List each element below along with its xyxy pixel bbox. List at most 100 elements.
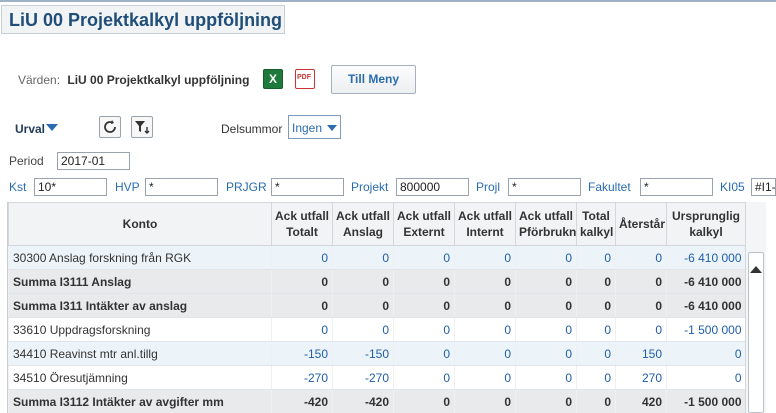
cell-value: -6 410 000 <box>666 293 745 318</box>
cell-value: 0 <box>271 269 333 294</box>
value-holder: Värden: LiU 00 Projektkalkyl uppföljning <box>18 73 249 87</box>
col-header-ack-pforbrukn[interactable]: Ack utfall Pförbrukn <box>515 202 577 246</box>
cell-value: -150 <box>332 341 394 366</box>
cell-value: 0 <box>271 245 333 270</box>
cell-value: 0 <box>393 365 455 390</box>
cell-value: 0 <box>576 317 616 342</box>
page-title-text: LiU 00 Projektkalkyl uppföljning <box>9 10 283 30</box>
cell-value: 0 <box>271 293 333 318</box>
cell-value: 0 <box>393 269 455 294</box>
value-holder-label: Värden: <box>18 73 61 87</box>
cell-value: 0 <box>515 365 577 390</box>
value-holder-value: LiU 00 Projektkalkyl uppföljning <box>67 73 250 87</box>
filter-label-hvp: HVP <box>115 180 140 194</box>
cell-value: 0 <box>454 317 516 342</box>
col-header-ursprunglig-kalkyl[interactable]: Ursprunglig kalkyl <box>666 202 745 246</box>
table-header: Konto Ack utfall Totalt Ack utfall Anslag … <box>8 202 745 246</box>
pdf-icon[interactable] <box>295 69 315 89</box>
cell-konto: Summa I3112 Intäkter av avgifter mm <box>8 389 272 413</box>
filter-input-projekt[interactable]: 800000 <box>396 178 469 196</box>
col-header-ack-totalt[interactable]: Ack utfall Totalt <box>271 202 333 246</box>
urval-menu[interactable]: Urval <box>15 122 45 136</box>
filter-label-projl: Projl <box>476 180 501 194</box>
refresh-button[interactable] <box>99 116 121 138</box>
cell-value: -270 <box>271 365 333 390</box>
cell-value: 0 <box>515 341 577 366</box>
col-header-ack-externt[interactable]: Ack utfall Externt <box>393 202 455 246</box>
cell-value: 0 <box>615 245 667 270</box>
page-title: LiU 00 Projektkalkyl uppföljning <box>1 5 285 34</box>
cell-value: 0 <box>271 317 333 342</box>
filter-label-projekt: Projekt <box>351 180 389 194</box>
cell-value: 0 <box>576 269 616 294</box>
cell-value: -270 <box>332 365 394 390</box>
cell-value: -150 <box>271 341 333 366</box>
col-header-total-kalkyl[interactable]: Total kalkyl <box>576 202 616 246</box>
filter-input-hvp[interactable]: * <box>145 178 218 196</box>
till-meny-button[interactable]: Till Meny <box>331 65 416 94</box>
table-row[interactable]: 34510 Öresutjämning -270 -270 0 0 0 0 270 0 <box>8 365 745 390</box>
cell-konto: 34510 Öresutjämning <box>8 365 272 390</box>
cell-value: 0 <box>332 317 394 342</box>
period-label: Period <box>9 154 44 168</box>
table-row-summary[interactable]: Summa I311 Intäkter av anslag 0 0 0 0 0 0 0 -6 4… <box>8 293 745 318</box>
delsummor-label: Delsummor <box>221 122 283 136</box>
filter-input-ki05[interactable]: #I1- <box>751 178 776 196</box>
cell-value: 150 <box>615 341 667 366</box>
cell-value: 0 <box>576 245 616 270</box>
col-header-konto[interactable]: Konto <box>8 202 272 246</box>
filter-input-projl[interactable]: * <box>508 178 581 196</box>
filter-icon <box>135 121 150 134</box>
cell-value: 0 <box>454 269 516 294</box>
cell-value: -420 <box>271 389 333 413</box>
cell-konto: Summa I311 Intäkter av anslag <box>8 293 272 318</box>
cell-value: 0 <box>454 293 516 318</box>
cell-konto: Summa I3111 Anslag <box>8 269 272 294</box>
cell-value: 0 <box>393 317 455 342</box>
cell-value: 0 <box>615 317 667 342</box>
col-header-aterstar[interactable]: Återstår <box>615 202 667 246</box>
chevron-down-icon <box>327 125 337 131</box>
cell-value: 0 <box>332 293 394 318</box>
period-input[interactable]: 2017-01 <box>57 152 130 170</box>
cell-value: 0 <box>393 389 455 413</box>
table-row[interactable]: 33610 Uppdragsforskning 0 0 0 0 0 0 0 -1 500 000 <box>8 317 745 342</box>
filter-input-fakultet[interactable]: * <box>640 178 713 196</box>
cell-value: 0 <box>615 293 667 318</box>
col-header-ack-anslag[interactable]: Ack utfall Anslag <box>332 202 394 246</box>
cell-value: 0 <box>393 293 455 318</box>
cell-value: 0 <box>515 245 577 270</box>
table-row-summary[interactable]: Summa I3111 Anslag 0 0 0 0 0 0 0 -6 410 000 <box>8 269 745 294</box>
cell-value: 0 <box>576 389 616 413</box>
filter-button[interactable] <box>131 116 153 138</box>
urval-caret-icon[interactable] <box>46 124 58 131</box>
cell-value: 0 <box>615 269 667 294</box>
cell-value: 0 <box>332 245 394 270</box>
excel-icon[interactable] <box>263 69 283 89</box>
table-row-summary[interactable]: Summa I3112 Intäkter av avgifter mm -420 -… <box>8 389 745 413</box>
col-header-ack-internt[interactable]: Ack utfall Internt <box>454 202 516 246</box>
scrollbar-thumb[interactable] <box>748 252 764 413</box>
cell-value: -1 500 000 <box>666 389 745 413</box>
scroll-up-icon[interactable] <box>750 266 762 273</box>
filter-input-kst[interactable]: 10* <box>34 178 107 196</box>
cell-value: 0 <box>576 341 616 366</box>
cell-value: -6 410 000 <box>666 245 745 270</box>
result-table: Konto Ack utfall Totalt Ack utfall Anslag … <box>7 202 745 413</box>
cell-value: 0 <box>666 365 745 390</box>
cell-value: 0 <box>515 389 577 413</box>
refresh-icon <box>104 120 116 133</box>
cell-value: 270 <box>615 365 667 390</box>
cell-value: 420 <box>615 389 667 413</box>
delsummor-select[interactable]: Ingen <box>288 115 341 139</box>
filter-label-fakultet: Fakultet <box>588 180 631 194</box>
cell-value: 0 <box>454 245 516 270</box>
cell-value: 0 <box>454 341 516 366</box>
table-row[interactable]: 34410 Reavinst mtr anl.tillg -150 -150 0 0 0 0… <box>8 341 745 366</box>
cell-value: 0 <box>454 365 516 390</box>
table-row[interactable]: 30300 Anslag forskning från RGK 0 0 0 0 0 0 0 -6… <box>8 245 745 270</box>
cell-value: 0 <box>393 341 455 366</box>
cell-value: -1 500 000 <box>666 317 745 342</box>
filter-input-prjgr[interactable]: * <box>271 178 344 196</box>
cell-value: 0 <box>393 245 455 270</box>
